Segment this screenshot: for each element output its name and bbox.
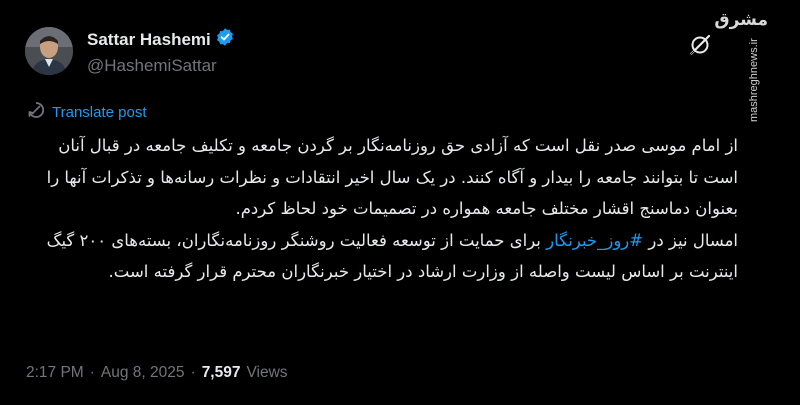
watermark-logo: مشرق	[714, 10, 768, 30]
translate-post-label: Translate post	[52, 103, 147, 121]
post-time[interactable]: 2:17 PM	[26, 364, 84, 382]
author-name-row: Sattar Hashemi	[87, 27, 235, 52]
watermark-url: mashreghnews.ir	[748, 38, 760, 122]
translate-post-link[interactable]: Translate post	[27, 101, 147, 123]
grok-icon[interactable]	[686, 31, 714, 59]
author-display-name[interactable]: Sattar Hashemi	[87, 30, 211, 50]
views-label: Views	[246, 364, 288, 381]
avatar[interactable]	[25, 27, 73, 75]
tweet-meta: 2:17 PM · Aug 8, 2025 · 7,597 Views	[26, 364, 288, 382]
separator-dot: ·	[89, 364, 95, 381]
separator-dot: ·	[190, 364, 196, 381]
tweet-text-segment: امسال نیز در	[643, 230, 738, 250]
post-date[interactable]: Aug 8, 2025	[101, 364, 185, 382]
hashtag-link[interactable]: #روز_خبرنگار	[546, 231, 643, 250]
verified-badge-icon	[215, 27, 235, 52]
tweet-paragraph-1: از امام موسی صدر نقل است که آزادی حق روز…	[46, 136, 738, 218]
tweet-paragraph-2: امسال نیز در #روز_خبرنگار برای حمایت از …	[24, 225, 738, 288]
author-handle[interactable]: @HashemiSattar	[87, 56, 217, 76]
tweet-text: از امام موسی صدر نقل است که آزادی حق روز…	[24, 130, 738, 288]
views-count: 7,597	[201, 364, 241, 381]
translate-icon	[27, 101, 45, 123]
